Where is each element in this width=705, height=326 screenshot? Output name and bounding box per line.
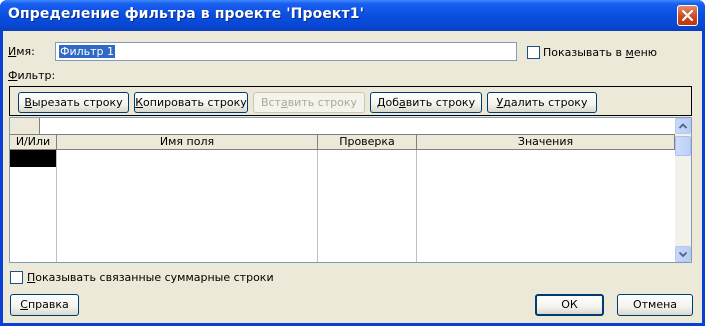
column-header-and-or[interactable]: И/Или — [10, 135, 57, 150]
column-header-field-name[interactable]: Имя поля — [57, 135, 318, 150]
cell-edit-bar[interactable] — [10, 118, 675, 135]
add-row-button[interactable]: Добавить строку — [370, 92, 482, 113]
column-field-name[interactable] — [57, 150, 318, 262]
help-button[interactable]: Справка — [10, 294, 79, 316]
title-bar[interactable]: Определение фильтра в проекте 'Проект1' — [0, 0, 705, 31]
close-button[interactable] — [677, 5, 698, 26]
scroll-up-button[interactable] — [675, 118, 691, 134]
cancel-button[interactable]: Отмена — [617, 294, 693, 316]
edit-bar-corner — [10, 118, 40, 134]
show-in-menu-label[interactable]: Показывать в меню — [543, 46, 657, 59]
column-header-values[interactable]: Значения — [417, 135, 675, 150]
window-title: Определение фильтра в проекте 'Проект1' — [8, 6, 364, 22]
show-summary-rows-checkbox[interactable] — [10, 271, 23, 284]
dialog-body: Имя: Фильтр 1 Показывать в меню Фильтр: … — [3, 31, 702, 323]
vertical-scrollbar[interactable] — [675, 118, 691, 262]
dialog-window: Определение фильтра в проекте 'Проект1' … — [0, 0, 705, 326]
delete-row-button[interactable]: Удалить строку — [487, 92, 597, 113]
chevron-up-icon — [676, 123, 690, 136]
filter-label: Фильтр: — [8, 69, 56, 82]
scroll-thumb[interactable] — [675, 136, 691, 156]
cut-row-button[interactable]: Вырезать строку — [18, 92, 129, 113]
scroll-down-button[interactable] — [675, 246, 691, 262]
chevron-down-icon — [676, 251, 690, 264]
ok-button[interactable]: ОК — [535, 294, 604, 316]
column-header-test[interactable]: Проверка — [318, 135, 417, 150]
selected-cell[interactable] — [10, 150, 56, 167]
filter-toolbar: Вырезать строку Копировать строку Встави… — [9, 86, 692, 116]
filter-name-input[interactable]: Фильтр 1 — [55, 42, 517, 61]
column-test[interactable] — [318, 150, 417, 262]
name-label: Имя: — [8, 45, 35, 58]
paste-row-button[interactable]: Вставить строку — [253, 92, 365, 113]
filter-name-value: Фильтр 1 — [59, 45, 116, 58]
filter-criteria-table: И/Или Имя поля Проверка Значения — [9, 117, 692, 263]
show-in-menu-checkbox[interactable] — [527, 46, 540, 59]
show-summary-rows-label[interactable]: Показывать связанные суммарные строки — [27, 271, 274, 284]
copy-row-button[interactable]: Копировать строку — [134, 92, 248, 113]
